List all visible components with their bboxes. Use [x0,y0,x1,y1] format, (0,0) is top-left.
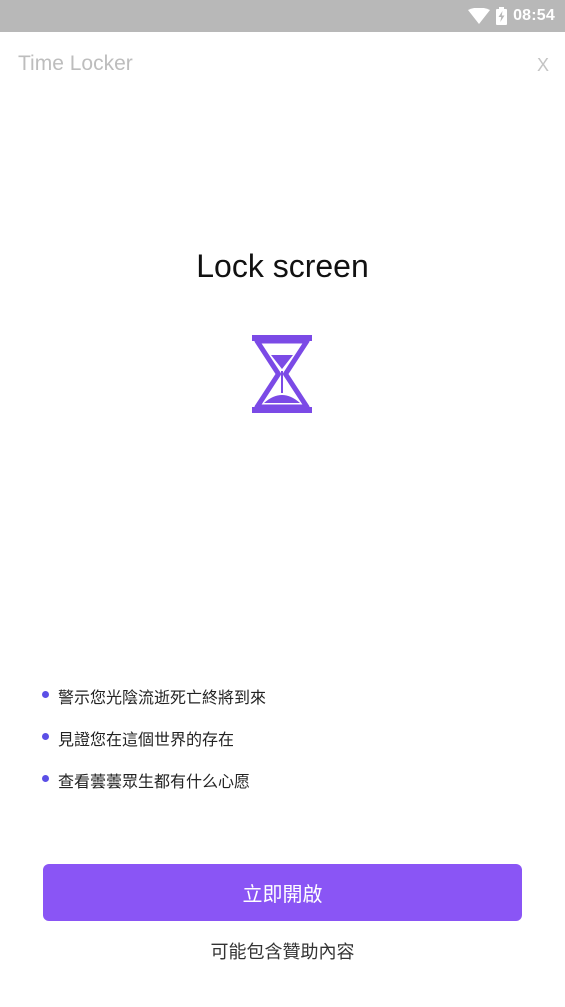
feature-list: 警示您光陰流逝死亡終將到來 見證您在這個世界的存在 查看蕓蕓眾生都有什么心愿 [42,684,266,810]
battery-charging-icon [496,7,508,25]
feature-text: 警示您光陰流逝死亡終將到來 [58,688,267,707]
wifi-icon [468,8,491,24]
close-button[interactable]: X [537,55,549,76]
bullet-dot [42,775,49,782]
status-bar: 08:54 [0,0,565,32]
bullet-dot [42,691,49,698]
feature-text: 查看蕓蕓眾生都有什么心愿 [58,772,251,791]
start-button[interactable]: 立即開啟 [43,864,522,921]
feature-item: 查看蕓蕓眾生都有什么心愿 [42,768,266,810]
feature-item: 警示您光陰流逝死亡終將到來 [42,684,266,726]
status-time: 08:54 [513,7,555,24]
sponsor-note: 可能包含贊助內容 [210,942,355,963]
app-title: Time Locker [18,52,133,75]
hourglass-icon [252,335,312,413]
feature-text: 見證您在這個世界的存在 [58,730,235,749]
page-headline: Lock screen [196,248,369,284]
bullet-dot [42,733,49,740]
status-icons: 08:54 [468,0,555,32]
feature-item: 見證您在這個世界的存在 [42,726,266,768]
